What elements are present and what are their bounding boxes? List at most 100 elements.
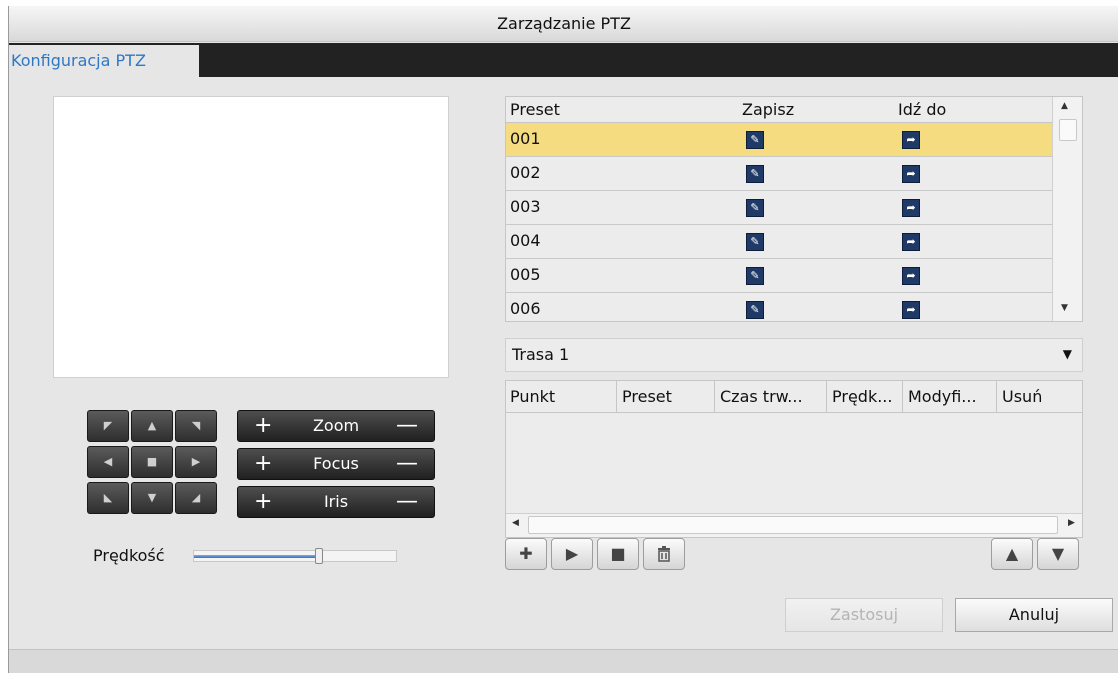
play-route-button[interactable]: ▶	[551, 538, 593, 570]
tab-ptz-configuration[interactable]: Konfiguracja PTZ	[9, 45, 199, 77]
preset-row[interactable]: 004 ✎ ➦	[506, 225, 1052, 259]
play-icon: ▶	[565, 544, 579, 563]
add-icon: ✚	[519, 544, 533, 563]
left-button[interactable]: ◀	[87, 446, 129, 478]
window-title: Zarządzanie PTZ	[9, 6, 1118, 42]
stop-icon: ■	[146, 455, 158, 468]
route-table-header: Punkt Preset Czas trw... Prędk... Modyfi…	[506, 381, 1082, 413]
preset-number: 005	[510, 265, 541, 284]
speed-column-header[interactable]: Prędk...	[832, 387, 892, 406]
column-divider	[616, 381, 617, 413]
zoom-out-button[interactable]: —	[396, 411, 418, 441]
scroll-left-icon[interactable]: ◀	[512, 518, 519, 528]
zoom-control: + Zoom —	[237, 410, 435, 442]
preset-column-header[interactable]: Preset	[510, 100, 560, 119]
iris-control: + Iris —	[237, 486, 435, 518]
column-divider	[714, 381, 715, 413]
focus-minus-button[interactable]: —	[396, 449, 418, 479]
preset-row[interactable]: 001 ✎ ➦	[506, 123, 1052, 157]
speed-slider-fill	[194, 555, 319, 558]
delete-route-button[interactable]	[643, 538, 685, 570]
down-icon: ▼	[147, 491, 157, 504]
preset-number: 003	[510, 197, 541, 216]
route-select[interactable]: Trasa 1 ▼	[505, 338, 1083, 372]
down-button[interactable]: ▼	[131, 482, 173, 514]
preset-number: 004	[510, 231, 541, 250]
scroll-up-icon[interactable]: ▲	[1061, 101, 1068, 111]
preset-table-header: Preset Zapisz Idź do	[506, 97, 1052, 123]
up-left-icon: ◤	[103, 419, 113, 432]
apply-button[interactable]: Zastosuj	[785, 598, 943, 632]
column-divider	[996, 381, 997, 413]
goto-preset-icon[interactable]: ➦	[902, 301, 920, 319]
up-icon: ▲	[147, 419, 157, 432]
save-preset-icon[interactable]: ✎	[746, 165, 764, 183]
down-right-icon: ◢	[191, 491, 201, 504]
move-up-icon: ▲	[1005, 544, 1019, 563]
up-left-button[interactable]: ◤	[87, 410, 129, 442]
route-select-value: Trasa 1	[512, 345, 570, 364]
up-button[interactable]: ▲	[131, 410, 173, 442]
preset-table: Preset Zapisz Idź do 001 ✎ ➦ 002 ✎ ➦ 003 ✎ ➦ 004 ✎…	[505, 96, 1083, 322]
ptz-direction-pad: ◤ ▲ ◥ ◀ ■ ▶ ◣ ▼ ◢	[87, 410, 227, 516]
preset-row[interactable]: 002 ✎ ➦	[506, 157, 1052, 191]
preset-row[interactable]: 003 ✎ ➦	[506, 191, 1052, 225]
goto-preset-icon[interactable]: ➦	[902, 199, 920, 217]
goto-preset-icon[interactable]: ➦	[902, 131, 920, 149]
preset-number: 002	[510, 163, 541, 182]
add-point-button[interactable]: ✚	[505, 538, 547, 570]
cancel-button[interactable]: Anuluj	[955, 598, 1113, 632]
preset-table-scrollbar[interactable]: ▲ ▼	[1052, 97, 1082, 321]
ptz-management-window: Zarządzanie PTZ Konfiguracja PTZ ◤ ▲ ◥ ◀…	[8, 6, 1118, 673]
goto-preset-icon[interactable]: ➦	[902, 267, 920, 285]
preset-number: 001	[510, 129, 541, 148]
route-table-scrollbar[interactable]: ◀ ▶	[506, 513, 1082, 537]
move-up-button[interactable]: ▲	[991, 538, 1033, 570]
stop-icon: ■	[610, 544, 626, 563]
save-column-header[interactable]: Zapisz	[742, 100, 794, 119]
goto-preset-icon[interactable]: ➦	[902, 233, 920, 251]
down-right-button[interactable]: ◢	[175, 482, 217, 514]
modify-column-header[interactable]: Modyfi...	[908, 387, 977, 406]
stop-button[interactable]: ■	[131, 446, 173, 478]
stop-route-button[interactable]: ■	[597, 538, 639, 570]
down-left-icon: ◣	[103, 491, 113, 504]
chevron-down-icon: ▼	[1062, 347, 1072, 361]
right-icon: ▶	[191, 455, 201, 468]
iris-minus-button[interactable]: —	[396, 487, 418, 517]
move-down-icon: ▼	[1051, 544, 1065, 563]
save-preset-icon[interactable]: ✎	[746, 301, 764, 319]
route-preset-column-header[interactable]: Preset	[622, 387, 672, 406]
up-right-icon: ◥	[191, 419, 201, 432]
status-bar	[9, 649, 1118, 673]
save-preset-icon[interactable]: ✎	[746, 233, 764, 251]
delete-column-header[interactable]: Usuń	[1002, 387, 1042, 406]
preset-row[interactable]: 006 ✎ ➦	[506, 293, 1052, 321]
right-button[interactable]: ▶	[175, 446, 217, 478]
save-preset-icon[interactable]: ✎	[746, 131, 764, 149]
delete-icon	[658, 546, 670, 562]
move-down-button[interactable]: ▼	[1037, 538, 1079, 570]
down-left-button[interactable]: ◣	[87, 482, 129, 514]
save-preset-icon[interactable]: ✎	[746, 267, 764, 285]
point-column-header[interactable]: Punkt	[510, 387, 555, 406]
tab-bar: Konfiguracja PTZ	[9, 43, 1118, 77]
left-icon: ◀	[103, 455, 113, 468]
scroll-down-icon[interactable]: ▼	[1061, 303, 1068, 313]
route-table: Punkt Preset Czas trw... Prędk... Modyfi…	[505, 380, 1083, 538]
save-preset-icon[interactable]: ✎	[746, 199, 764, 217]
goto-column-header[interactable]: Idź do	[898, 100, 946, 119]
speed-label: Prędkość	[93, 546, 165, 565]
preset-row[interactable]: 005 ✎ ➦	[506, 259, 1052, 293]
column-divider	[902, 381, 903, 413]
speed-slider-thumb[interactable]	[315, 548, 323, 564]
goto-preset-icon[interactable]: ➦	[902, 165, 920, 183]
duration-column-header[interactable]: Czas trw...	[720, 387, 803, 406]
video-preview	[53, 96, 449, 378]
column-divider	[826, 381, 827, 413]
route-scroll-thumb[interactable]	[528, 516, 1058, 534]
preset-scroll-thumb[interactable]	[1059, 119, 1077, 141]
up-right-button[interactable]: ◥	[175, 410, 217, 442]
speed-slider[interactable]	[193, 548, 397, 564]
scroll-right-icon[interactable]: ▶	[1068, 518, 1075, 528]
